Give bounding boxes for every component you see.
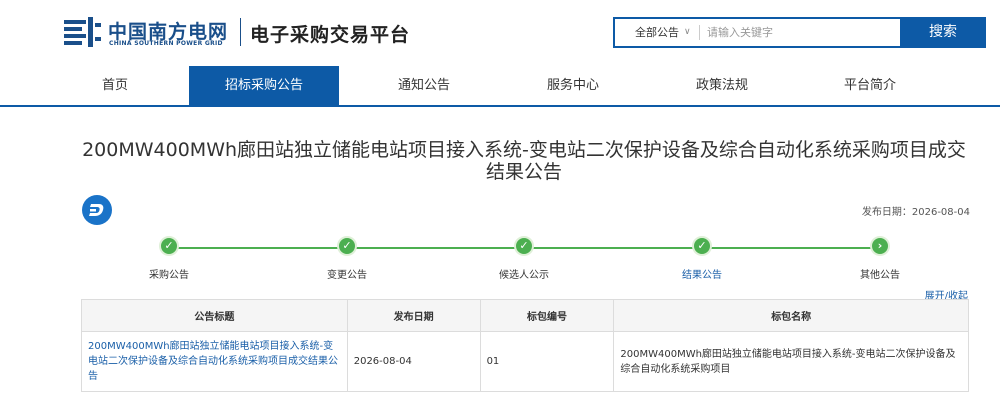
check-icon: ✓ bbox=[337, 236, 357, 256]
logo-english-name: CHINA SOUTHERN POWER GRID bbox=[109, 40, 223, 47]
search-button[interactable]: 搜索 bbox=[900, 17, 986, 48]
progress-step-change-notice[interactable]: ✓ 变更公告 bbox=[287, 236, 407, 281]
search-scope-select[interactable]: 全部公告 ∨ bbox=[615, 19, 699, 46]
progress-step-label: 变更公告 bbox=[327, 270, 367, 281]
search-bar: 全部公告 ∨ 搜索 bbox=[613, 17, 986, 48]
csg-logo-mark-icon bbox=[64, 17, 101, 47]
table-header-row: 公告标题 发布日期 标包编号 标包名称 bbox=[81, 299, 969, 332]
page-title: 200MW400MWh廊田站独立储能电站项目接入系统-变电站二次保护设备及综合自… bbox=[82, 139, 966, 183]
column-header-date: 发布日期 bbox=[346, 299, 481, 332]
search-scope-value: 全部公告 bbox=[635, 26, 679, 39]
check-icon: ✓ bbox=[159, 236, 179, 256]
chevron-down-icon: ∨ bbox=[684, 27, 691, 37]
main-nav: 首页 招标采购公告 通知公告 服务中心 政策法规 平台简介 bbox=[0, 66, 1000, 107]
check-icon: ✓ bbox=[514, 236, 534, 256]
nav-item-announcements[interactable]: 通知公告 bbox=[349, 66, 499, 105]
check-icon: ✓ bbox=[692, 236, 712, 256]
platform-name: 电子采购交易平台 bbox=[250, 24, 411, 46]
progress-step-label: 采购公告 bbox=[149, 270, 189, 281]
notice-date-cell: 2026-08-04 bbox=[346, 331, 481, 392]
progress-step-label: 其他公告 bbox=[860, 270, 900, 281]
progress-step-result-notice[interactable]: ✓ 结果公告 bbox=[642, 236, 762, 281]
notice-title-link[interactable]: 200MW400MWh廊田站独立储能电站项目接入系统-变电站二次保护设备及综合自… bbox=[81, 331, 348, 392]
logo-divider bbox=[240, 18, 241, 46]
progress-step-candidate-notice[interactable]: ✓ 候选人公示 bbox=[464, 236, 584, 281]
site-header: 中国南方电网 CHINA SOUTHERN POWER GRID 电子采购交易平… bbox=[0, 0, 1000, 66]
nav-item-service-center[interactable]: 服务中心 bbox=[498, 66, 648, 105]
search-divider bbox=[699, 25, 700, 40]
package-name-cell: 200MW400MWh廊田站独立储能电站项目接入系统-变电站二次保护设备及综合自… bbox=[613, 331, 969, 392]
table-row: 200MW400MWh廊田站独立储能电站项目接入系统-变电站二次保护设备及综合自… bbox=[81, 331, 969, 392]
chevron-right-icon: › bbox=[870, 236, 890, 256]
nav-item-policies[interactable]: 政策法规 bbox=[647, 66, 797, 105]
progress-step-other-notice[interactable]: › 其他公告 bbox=[820, 236, 940, 281]
column-header-package-name: 标包名称 bbox=[613, 299, 969, 332]
column-header-package-no: 标包编号 bbox=[479, 299, 615, 332]
notice-table: 公告标题 发布日期 标包编号 标包名称 200MW400MWh廊田站独立储能电站… bbox=[81, 299, 969, 392]
column-header-title: 公告标题 bbox=[81, 299, 348, 332]
site-logo[interactable]: 中国南方电网 CHINA SOUTHERN POWER GRID 电子采购交易平… bbox=[64, 14, 424, 50]
nav-item-about[interactable]: 平台简介 bbox=[795, 66, 945, 105]
notice-progress: ✓ 采购公告 ✓ 变更公告 ✓ 候选人公示 ✓ 结果公告 › 其他公告 bbox=[80, 236, 970, 286]
publish-date: 发布日期：2026-08-04 bbox=[861, 207, 970, 218]
progress-step-label: 结果公告 bbox=[682, 270, 722, 281]
nav-item-home[interactable]: 首页 bbox=[40, 66, 190, 105]
progress-step-label: 候选人公示 bbox=[499, 270, 549, 281]
dash-logo-icon bbox=[82, 195, 112, 225]
nav-item-procurement-notices[interactable]: 招标采购公告 bbox=[189, 66, 339, 107]
progress-step-purchase-notice[interactable]: ✓ 采购公告 bbox=[109, 236, 229, 281]
search-input[interactable] bbox=[707, 22, 897, 43]
package-number-cell: 01 bbox=[479, 331, 615, 392]
